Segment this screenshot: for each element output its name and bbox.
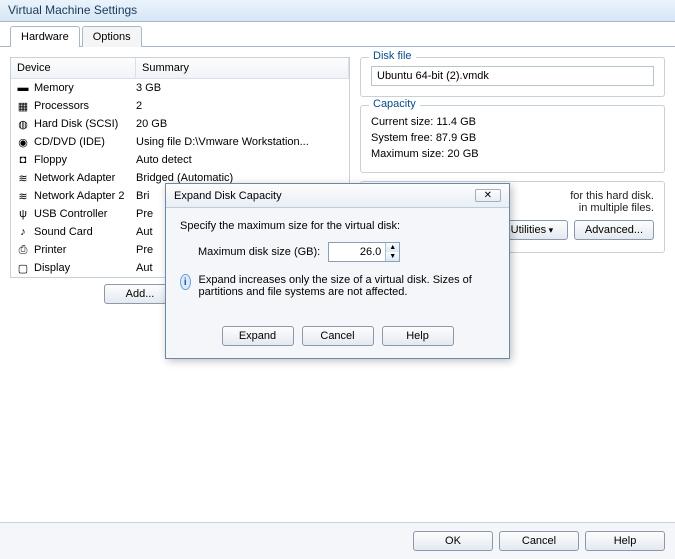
modal-prompt: Specify the maximum size for the virtual… (180, 220, 495, 232)
max-disk-size-input[interactable] (329, 243, 385, 261)
close-icon[interactable]: ✕ (475, 189, 501, 202)
info-icon: i (180, 274, 191, 290)
modal-title: Expand Disk Capacity (174, 190, 282, 202)
expand-button[interactable]: Expand (222, 326, 294, 346)
spinner-down-icon[interactable]: ▼ (386, 252, 399, 261)
max-disk-size-spinner[interactable]: ▲ ▼ (328, 242, 400, 262)
max-disk-size-label: Maximum disk size (GB): (198, 246, 320, 258)
modal-help-button[interactable]: Help (382, 326, 454, 346)
expand-dialog: Expand Disk Capacity ✕ Specify the maxim… (165, 183, 510, 359)
modal-backdrop: Expand Disk Capacity ✕ Specify the maxim… (0, 0, 675, 559)
modal-info-text: Expand increases only the size of a virt… (199, 274, 495, 298)
tab-hardware[interactable]: Hardware (10, 26, 80, 47)
modal-cancel-button[interactable]: Cancel (302, 326, 374, 346)
spinner-up-icon[interactable]: ▲ (386, 243, 399, 252)
